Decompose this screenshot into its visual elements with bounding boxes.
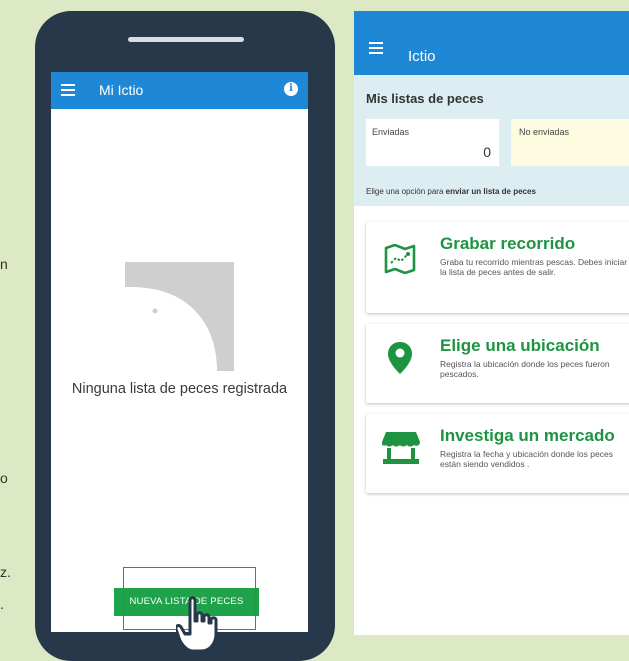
phone-mockup: Mi Ictio i Ninguna lista de peces regist… — [35, 11, 335, 661]
option-description: Registra la fecha y ubicación donde los … — [440, 449, 613, 469]
unsent-label: No enviadas — [519, 127, 570, 137]
edge-text-fragment: . — [0, 596, 4, 612]
market-stall-icon — [382, 432, 420, 464]
instruction-prefix: Elige una opción para — [366, 187, 444, 196]
hamburger-menu-icon[interactable] — [369, 39, 383, 55]
option-description: Registra la ubicación donde los peces fu… — [440, 359, 610, 379]
edge-text-fragment: n — [0, 256, 8, 272]
pointing-hand-icon — [176, 596, 218, 651]
option-title: Elige una ubicación — [440, 336, 600, 355]
phone-speaker — [128, 37, 244, 42]
lists-heading: Mis listas de peces — [366, 91, 484, 106]
option-choose-location[interactable]: Elige una ubicación Registra la ubicació… — [366, 324, 629, 403]
option-investigate-market[interactable]: Investiga un mercado Registra la fecha y… — [366, 414, 629, 493]
app-bar: Mi Ictio i — [51, 72, 308, 109]
info-icon[interactable]: i — [284, 82, 298, 96]
app-title: Mi Ictio — [99, 82, 144, 98]
app-bar: Ictio — [354, 11, 629, 75]
edge-text-fragment: z. — [0, 564, 11, 580]
sent-label: Enviadas — [372, 127, 410, 137]
lists-summary: Mis listas de peces Enviadas 0 No enviad… — [354, 75, 629, 206]
map-route-icon — [384, 244, 416, 274]
option-record-route[interactable]: Grabar recorrido Graba tu recorrido mien… — [366, 222, 629, 313]
edge-text-fragment: o — [0, 470, 8, 486]
location-pin-icon — [388, 342, 412, 374]
sent-lists-card[interactable]: Enviadas 0 — [366, 119, 499, 166]
empty-state-message: Ninguna lista de peces registrada — [71, 381, 288, 397]
phone-screen-mi-ictio: Mi Ictio i Ninguna lista de peces regist… — [51, 72, 308, 632]
option-title: Grabar recorrido — [440, 234, 576, 253]
option-description: Graba tu recorrido mientras pescas. Debe… — [440, 257, 628, 277]
fish-placeholder-icon — [125, 262, 234, 371]
option-title: Investiga un mercado — [440, 426, 615, 445]
phone-screen-ictio: Ictio Mis listas de peces Enviadas 0 No … — [354, 11, 629, 635]
instruction-bold: enviar un lista de peces — [445, 187, 536, 196]
sent-count: 0 — [483, 144, 491, 160]
app-title: Ictio — [408, 48, 436, 65]
unsent-lists-card[interactable]: No enviadas — [511, 119, 629, 166]
instruction-text: Elige una opción para enviar un lista de… — [366, 187, 536, 196]
hamburger-menu-icon[interactable] — [61, 81, 75, 99]
